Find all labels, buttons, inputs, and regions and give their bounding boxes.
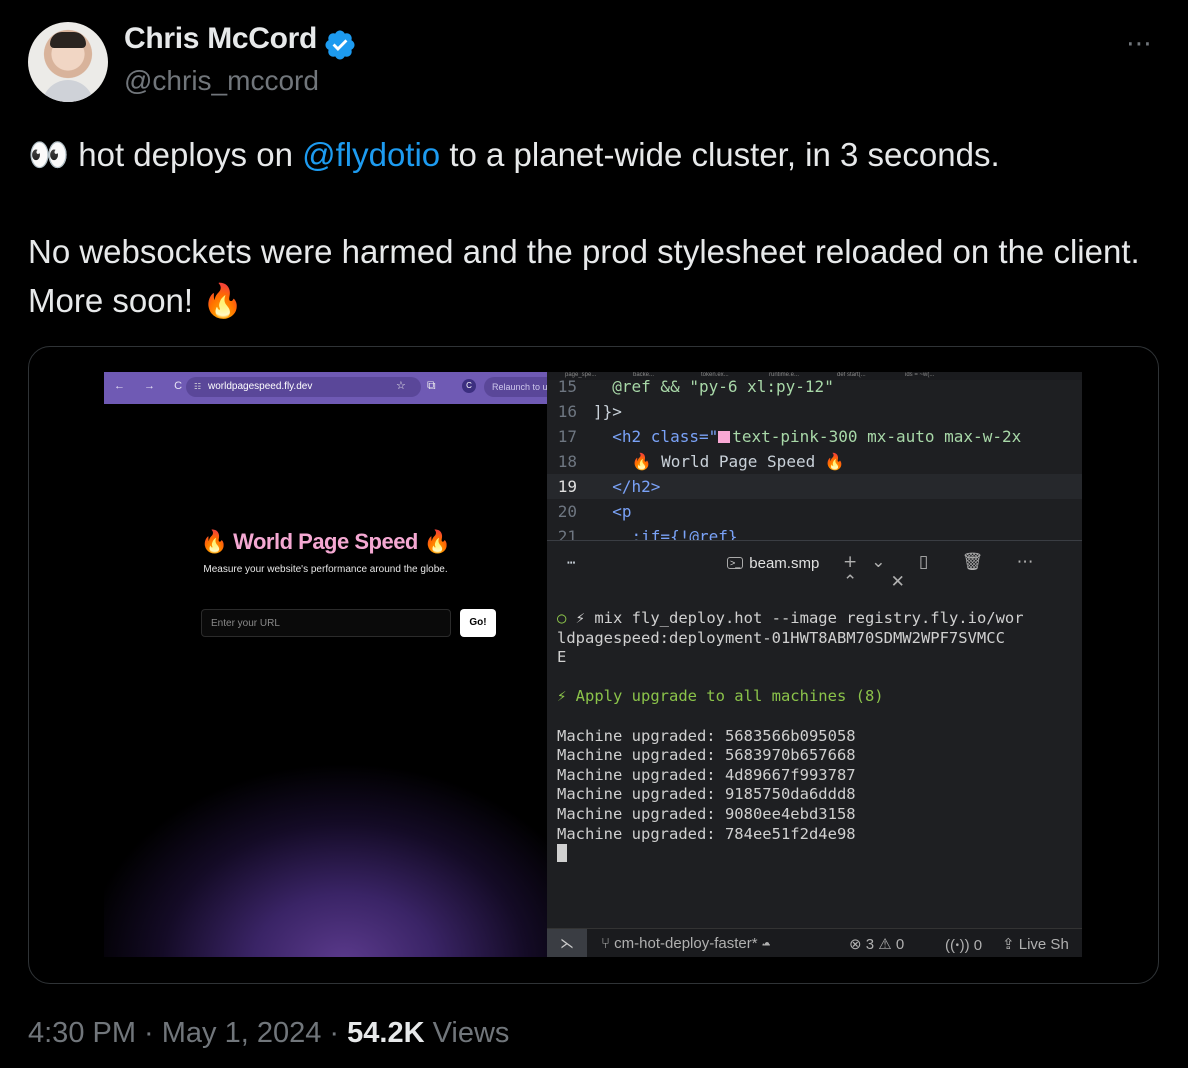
terminal-action-icons: +⌄ ▯ 🗑 ⋯ ⌃ ✕ <box>843 552 1048 592</box>
tweet-footer: 4:30 PM · May 1, 2024 · 54.2K Views <box>28 1017 509 1050</box>
tweet-line2: No websockets were harmed and the prod s… <box>28 233 1140 319</box>
code-line-current: 19 </h2> <box>547 474 1082 499</box>
code-line: 17 <h2 class=" text-pink-300 mx-auto max-… <box>557 427 1022 446</box>
remote-icon: ⋋ <box>547 929 587 957</box>
url-input: Enter your URL <box>201 609 451 637</box>
site-info-icon: ☷ <box>194 382 202 391</box>
media-video[interactable]: ← → C ☷ worldpagespeed.fly.dev ☆ ⧉ C Rela… <box>28 346 1159 984</box>
relaunch-button: Relaunch to u <box>484 377 547 397</box>
status-bar: ⋋ ⑂ cm-hot-deploy-faster* ☁ ⊗ 3 ⚠ 0 ((ꞏ)… <box>547 928 1082 957</box>
tweet-line1-prefix: 👀 hot deploys on <box>28 136 303 173</box>
page-subtitle: Measure your website's performance aroun… <box>203 564 448 575</box>
terminal-panel: ⋯ >_ beam.smp +⌄ ▯ 🗑 ⋯ ⌃ ✕ ○ ⚡ mix fly_de… <box>547 540 1082 928</box>
extensions-icon: ⧉ <box>427 378 436 392</box>
go-button: Go! <box>460 609 496 637</box>
mention-link[interactable]: @flydotio <box>302 136 440 173</box>
code-line: 16]}> <box>557 402 622 421</box>
code-line: 20 <p <box>557 502 632 521</box>
problems-count: ⊗ 3 ⚠ 0 <box>849 936 905 953</box>
code-editor: page_spe... backe... token.ex... runtime.e.… <box>547 372 1082 957</box>
verified-badge-icon <box>325 30 355 60</box>
more-options-icon[interactable]: ⋯ <box>1126 28 1154 59</box>
tweet-line1-suffix: to a planet-wide cluster, in 3 seconds. <box>440 136 1000 173</box>
git-branch: ⑂ cm-hot-deploy-faster* ☁ <box>601 935 771 952</box>
bookmark-star-icon: ☆ <box>396 380 406 392</box>
browser-nav-icons: ← → C <box>114 380 191 392</box>
prompt-circle-icon: ○ <box>557 609 576 627</box>
tweet-text: 👀 hot deploys on @flydotio to a planet-w… <box>28 130 1148 325</box>
author-avatar[interactable] <box>28 22 108 102</box>
terminal-header: ⋯ >_ beam.smp +⌄ ▯ 🗑 ⋯ ⌃ ✕ <box>547 541 1082 592</box>
terminal-output: ○ ⚡ mix fly_deploy.hot --image registry.… <box>557 609 1077 865</box>
views-label: Views <box>424 1017 510 1049</box>
browser-url-bar: ☷ worldpagespeed.fly.dev <box>186 377 421 397</box>
code-area: 15 @ref && "py-6 xl:py-12" 16]}> 17 <h2 … <box>547 377 1082 546</box>
terminal-icon: >_ <box>727 557 744 569</box>
color-swatch <box>718 431 731 443</box>
timestamp[interactable]: 4:30 PM · May 1, 2024 · <box>28 1017 347 1049</box>
terminal-process: >_ beam.smp <box>727 555 819 572</box>
author-name[interactable]: Chris McCord <box>124 22 317 56</box>
browser-toolbar: ← → C ☷ worldpagespeed.fly.dev ☆ ⧉ C Rela… <box>104 372 547 404</box>
code-line: 15 @ref && "py-6 xl:py-12" <box>557 377 834 396</box>
views-count: 54.2K <box>347 1017 425 1049</box>
terminal-cursor <box>557 844 567 863</box>
live-share: ⇪ Live Sh <box>1002 936 1069 953</box>
ports-count: ((ꞏ)) 0 <box>945 937 983 954</box>
terminal-menu-icon: ⋯ <box>567 555 576 571</box>
page-title: 🔥 World Page Speed 🔥 <box>200 529 451 554</box>
profile-avatar: C <box>462 379 476 393</box>
code-line: 18 🔥 World Page Speed 🔥 <box>557 452 845 471</box>
browser-page: 🔥 World Page Speed 🔥 Measure your websit… <box>104 404 547 957</box>
author-handle[interactable]: @chris_mccord <box>124 65 319 97</box>
browser-window: ← → C ☷ worldpagespeed.fly.dev ☆ ⧉ C Rela… <box>104 372 547 957</box>
